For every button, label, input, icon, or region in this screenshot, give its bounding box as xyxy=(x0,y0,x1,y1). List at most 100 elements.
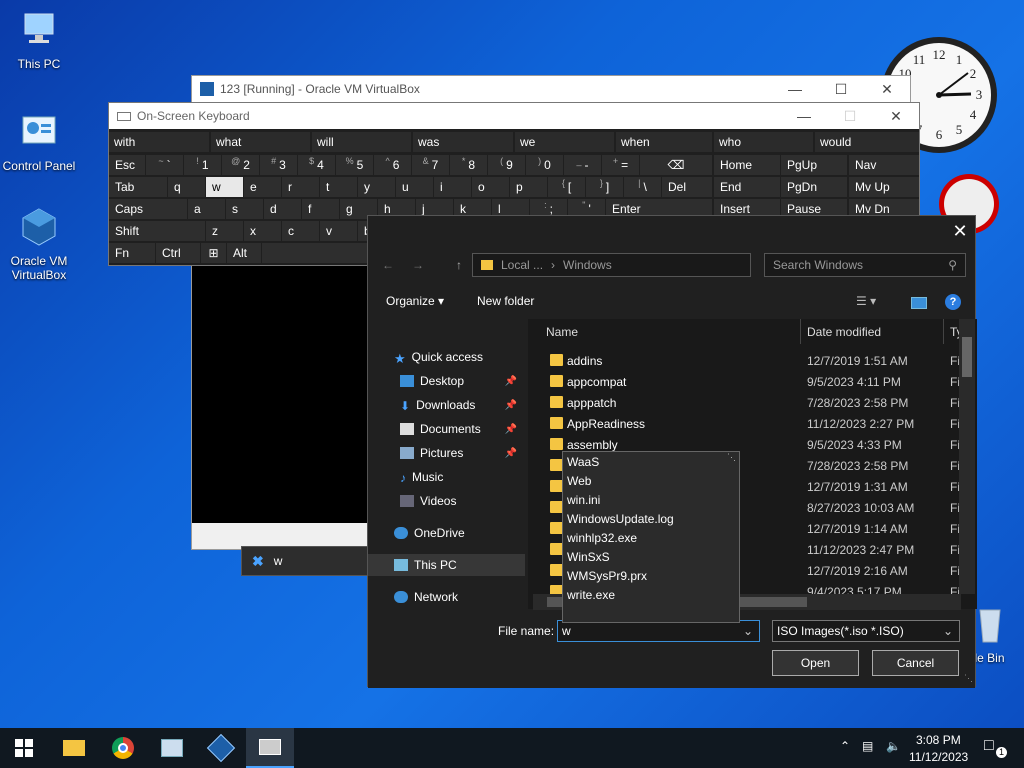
suggestion-was[interactable]: was xyxy=(413,132,513,152)
preview-pane-icon[interactable] xyxy=(911,297,927,309)
open-button[interactable]: Open xyxy=(772,650,859,676)
key-end[interactable]: End xyxy=(714,177,780,197)
dialog-titlebar[interactable] xyxy=(368,216,975,246)
nav-videos[interactable]: Videos xyxy=(368,490,525,512)
nav-downloads[interactable]: ⬇ Downloads 📌 xyxy=(368,394,525,416)
view-options-icon[interactable]: ☰ ▾ xyxy=(856,294,876,308)
table-row[interactable]: addins 12/7/2019 1:51 AM Fi xyxy=(528,350,960,371)
start-button[interactable] xyxy=(0,728,48,768)
pin-icon[interactable]: 📌 xyxy=(505,376,517,387)
key-o[interactable]: o xyxy=(472,177,509,197)
autocomplete-item[interactable]: win.ini xyxy=(567,493,600,507)
key-7[interactable]: & 7 xyxy=(412,155,449,175)
key-del[interactable]: Del xyxy=(662,177,712,197)
key-0[interactable]: ) 0 xyxy=(526,155,563,175)
key-fn[interactable]: Fn xyxy=(109,243,155,263)
key-\[interactable]: | \ xyxy=(624,177,661,197)
nav-network[interactable]: Network xyxy=(368,586,525,608)
key-alt-left[interactable]: Alt xyxy=(227,243,261,263)
suggestion-we[interactable]: we xyxy=(515,132,614,152)
autocomplete-item[interactable]: WaaS xyxy=(567,455,599,469)
autocomplete-item[interactable]: winhlp32.exe xyxy=(567,531,637,545)
autocomplete-item[interactable]: write.exe xyxy=(567,588,615,602)
key-i[interactable]: i xyxy=(434,177,471,197)
column-header-date[interactable]: Date modified xyxy=(801,319,944,344)
column-header-name[interactable]: Name xyxy=(528,319,801,344)
key-[[interactable]: {[ xyxy=(548,177,585,197)
vm-screen[interactable] xyxy=(192,261,369,523)
clock-date[interactable]: 11/12/2023 xyxy=(909,750,968,764)
breadcrumb-local[interactable]: Local ... xyxy=(501,258,543,272)
back-arrow-icon[interactable]: ← xyxy=(382,258,394,272)
clock-time[interactable]: 3:08 PM xyxy=(916,733,961,747)
key-9[interactable]: (9 xyxy=(488,155,525,175)
table-row[interactable]: apppatch 7/28/2023 2:58 PM Fi xyxy=(528,392,960,413)
organize-button[interactable]: Organize ▾ xyxy=(386,294,444,308)
search-input[interactable]: Search Windows ⚲ xyxy=(764,253,966,277)
table-row[interactable]: appcompat 9/5/2023 4:11 PM Fi xyxy=(528,371,960,392)
key-backspace[interactable]: ⌫ xyxy=(640,155,712,175)
key-w[interactable]: w xyxy=(206,177,243,197)
key-u[interactable]: u xyxy=(396,177,433,197)
minimize-button[interactable]: — xyxy=(772,76,818,102)
key-3[interactable]: #3 xyxy=(260,155,297,175)
desktop-icon-virtualbox[interactable]: Oracle VM VirtualBox xyxy=(0,207,79,282)
key-a[interactable]: a xyxy=(188,199,225,219)
key-caps[interactable]: Caps xyxy=(109,199,187,219)
close-icon[interactable]: ✖ xyxy=(252,553,264,570)
nav-onedrive[interactable]: OneDrive xyxy=(368,522,525,544)
close-button[interactable]: ✕ xyxy=(945,216,975,246)
close-button[interactable]: ✕ xyxy=(873,103,919,129)
show-hidden-icons[interactable]: ⌃ xyxy=(840,739,850,753)
cancel-button[interactable]: Cancel xyxy=(872,650,959,676)
key-`[interactable]: ~ ` xyxy=(146,155,183,175)
suggestion-will[interactable]: will xyxy=(312,132,411,152)
forward-arrow-icon[interactable]: → xyxy=(412,258,424,272)
address-bar[interactable]: Local ... › Windows xyxy=(472,253,751,277)
resize-grip-icon[interactable]: ⋱ xyxy=(727,452,736,463)
suggestion-what[interactable]: what xyxy=(211,132,310,152)
nav-music[interactable]: ♪ Music xyxy=(368,466,525,488)
key-p[interactable]: p xyxy=(510,177,547,197)
pin-icon[interactable]: 📌 xyxy=(505,448,517,459)
key-d[interactable]: d xyxy=(264,199,301,219)
autocomplete-dropdown[interactable]: ⋱ WaaS Web win.ini WindowsUpdate.log winhlp3… xyxy=(562,451,740,623)
taskbar-file-explorer[interactable] xyxy=(50,728,98,768)
up-arrow-icon[interactable]: ↑ xyxy=(456,258,462,272)
key-shift-left[interactable]: Shift xyxy=(109,221,205,241)
key-s[interactable]: s xyxy=(226,199,263,219)
vm-input-bar[interactable]: ✖ w xyxy=(241,546,369,576)
key-y[interactable]: y xyxy=(358,177,395,197)
network-icon[interactable]: ▤ xyxy=(862,739,873,753)
key--[interactable]: _ - xyxy=(564,155,601,175)
key-c[interactable]: c xyxy=(282,221,319,241)
key-nav[interactable]: Nav xyxy=(849,155,919,175)
key-z[interactable]: z xyxy=(206,221,243,241)
scroll-thumb[interactable] xyxy=(962,337,972,377)
resize-grip-icon[interactable]: ⋱ xyxy=(964,673,973,684)
taskbar-osk[interactable] xyxy=(246,728,294,768)
autocomplete-item[interactable]: Web xyxy=(567,474,591,488)
nav-pictures[interactable]: Pictures 📌 xyxy=(368,442,525,464)
key-pgdn[interactable]: PgDn xyxy=(781,177,847,197)
autocomplete-item[interactable]: WindowsUpdate.log xyxy=(567,512,674,526)
nav-quick-access[interactable]: ★ Quick access xyxy=(368,346,525,368)
key-ctrl-left[interactable]: Ctrl xyxy=(156,243,200,263)
key-8[interactable]: * 8 xyxy=(450,155,487,175)
key-esc[interactable]: Esc xyxy=(109,155,145,175)
desktop-icon-control-panel[interactable]: Control Panel xyxy=(0,112,79,173)
autocomplete-item[interactable]: WinSxS xyxy=(567,550,610,564)
taskbar-chrome[interactable] xyxy=(99,728,147,768)
maximize-button[interactable]: ☐ xyxy=(827,103,873,129)
autocomplete-item[interactable]: WMSysPr9.prx xyxy=(567,569,647,583)
chevron-down-icon[interactable]: ⌄ xyxy=(743,624,753,638)
pin-icon[interactable]: 📌 xyxy=(505,424,517,435)
key-=[interactable]: + = xyxy=(602,155,639,175)
nav-this-pc[interactable]: This PC xyxy=(368,554,525,576)
key-2[interactable]: @2 xyxy=(222,155,259,175)
notification-icon[interactable]: □ xyxy=(984,737,994,755)
key-e[interactable]: e xyxy=(244,177,281,197)
help-icon[interactable]: ? xyxy=(945,294,961,310)
new-folder-button[interactable]: New folder xyxy=(477,294,534,308)
key-mvup[interactable]: Mv Up xyxy=(849,177,919,197)
